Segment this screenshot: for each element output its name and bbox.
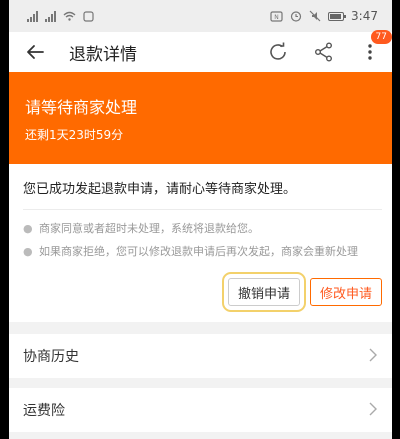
negotiation-history-row[interactable]: 协商历史: [9, 334, 392, 378]
refresh-icon: [270, 42, 286, 60]
alarm-icon: [290, 11, 302, 22]
battery-icon: [328, 11, 347, 21]
nfc-icon: N: [270, 10, 283, 22]
phone-screen: N 3:47 退款详情 77 请等待商家处理 还剩1天23时59分 您已成功发起…: [9, 0, 392, 439]
refund-info-card: 您已成功发起退款申请，请耐心等待商家处理。 ● 商家同意或者超时未处理，系统将退…: [9, 164, 392, 322]
refund-message: 您已成功发起退款申请，请耐心等待商家处理。: [23, 182, 297, 197]
status-banner: 请等待商家处理 还剩1天23时59分: [9, 72, 392, 164]
modify-request-button[interactable]: 修改申请: [309, 278, 382, 306]
share-icon: [315, 42, 332, 62]
app-bar: 退款详情 77: [9, 30, 392, 72]
page-title: 退款详情: [69, 44, 137, 65]
bullet-icon: ●: [23, 222, 33, 235]
banner-countdown: 还剩1天23时59分: [25, 128, 124, 142]
card-divider: [23, 209, 382, 210]
notification-icon: [83, 10, 94, 22]
status-bar-right: N 3:47: [270, 9, 378, 23]
status-bar-left: [27, 10, 94, 22]
status-time: 3:47: [351, 9, 378, 23]
signal-icon: [27, 10, 38, 22]
share-button[interactable]: [312, 40, 336, 64]
action-buttons: 撤销申请 修改申请: [23, 272, 382, 312]
cancel-request-button[interactable]: 撤销申请: [221, 272, 306, 312]
note-item: ● 如果商家拒绝，您可以修改退款申请后再次发起，商家会重新处理: [23, 243, 382, 260]
chevron-right-icon: [368, 347, 378, 366]
refresh-button[interactable]: [266, 40, 290, 64]
svg-text:N: N: [274, 14, 279, 21]
bullet-icon: ●: [23, 245, 33, 258]
row-label: 运费险: [23, 403, 65, 419]
more-vertical-icon: [368, 44, 372, 60]
signal-icon-2: [45, 10, 56, 22]
wifi-icon: [63, 11, 76, 21]
mute-icon: [309, 10, 321, 22]
banner-title: 请等待商家处理: [25, 98, 138, 117]
message-count-badge: 77: [370, 30, 392, 44]
status-bar: N 3:47: [9, 0, 392, 32]
chevron-right-icon: [368, 401, 378, 420]
note-text: 商家同意或者超时未处理，系统将退款给您。: [39, 222, 259, 235]
back-arrow-icon[interactable]: [23, 40, 47, 64]
note-item: ● 商家同意或者超时未处理，系统将退款给您。: [23, 220, 382, 237]
row-label: 协商历史: [23, 349, 79, 365]
more-menu-button[interactable]: 77: [358, 30, 392, 64]
shipping-insurance-row[interactable]: 运费险: [9, 388, 392, 432]
note-text: 如果商家拒绝，您可以修改退款申请后再次发起，商家会重新处理: [39, 245, 358, 258]
app-bar-actions: 77: [266, 30, 392, 64]
